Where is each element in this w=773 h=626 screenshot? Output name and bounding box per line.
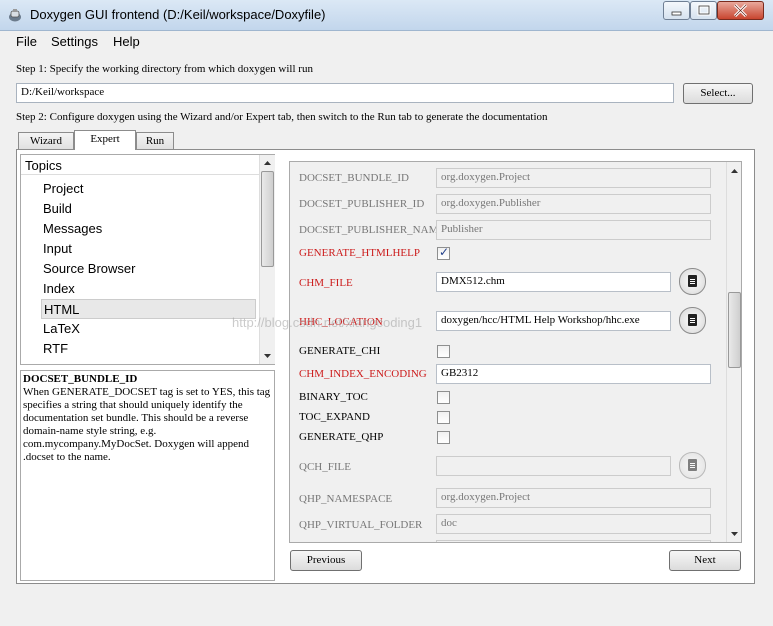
menu-help[interactable]: Help xyxy=(113,34,140,49)
option-label: BINARY_TOC xyxy=(299,391,368,403)
topic-item[interactable]: Project xyxy=(43,179,258,199)
document-icon xyxy=(688,314,697,326)
checkmark-icon: ✓ xyxy=(439,245,450,259)
options-scrollbar[interactable] xyxy=(726,162,741,542)
option-label: GENERATE_CHI xyxy=(299,345,381,357)
option-checkbox[interactable] xyxy=(437,411,450,424)
topics-header: Topics xyxy=(21,155,260,175)
tab-expert[interactable]: Expert xyxy=(74,130,136,150)
document-icon xyxy=(688,275,697,287)
option-checkbox[interactable] xyxy=(437,345,450,358)
option-label: QCH_FILE xyxy=(299,461,351,473)
previous-button[interactable]: Previous xyxy=(290,550,362,571)
option-label: GENERATE_HTMLHELP xyxy=(299,247,420,259)
workdir-input[interactable]: D:/Keil/workspace xyxy=(16,83,674,103)
option-input[interactable]: doc xyxy=(436,514,711,534)
option-input[interactable]: DMX512.chm xyxy=(436,272,671,292)
option-input[interactable]: GB2312 xyxy=(436,364,711,384)
scroll-up-icon xyxy=(264,161,271,165)
help-title: DOCSET_BUNDLE_ID xyxy=(23,373,138,385)
scroll-down-icon xyxy=(731,532,738,536)
option-checkbox[interactable]: ✓ xyxy=(437,245,450,260)
option-checkbox[interactable] xyxy=(437,431,450,444)
minimize-button[interactable] xyxy=(663,1,690,20)
options-scroll-thumb[interactable] xyxy=(728,292,741,368)
option-input[interactable] xyxy=(436,456,671,476)
options-panel: DOCSET_BUNDLE_ID org.doxygen.Project DOC… xyxy=(289,161,742,543)
option-input-partial[interactable] xyxy=(436,540,711,542)
step2-label: Step 2: Configure doxygen using the Wiza… xyxy=(16,111,548,123)
close-icon xyxy=(733,3,748,18)
option-label: TOC_EXPAND xyxy=(299,411,370,423)
topic-item[interactable]: Build xyxy=(43,199,258,219)
option-input[interactable]: doxygen/hcc/HTML Help Workshop/hhc.exe xyxy=(436,311,671,331)
browse-file-button[interactable] xyxy=(679,268,706,295)
option-label: HHC_LOCATION xyxy=(299,316,383,328)
topic-item[interactable]: Messages xyxy=(43,219,258,239)
menu-settings[interactable]: Settings xyxy=(51,34,98,49)
next-button[interactable]: Next xyxy=(669,550,741,571)
topic-item-selected[interactable]: HTML xyxy=(41,299,256,319)
option-input[interactable]: org.doxygen.Project xyxy=(436,168,711,188)
topic-item[interactable]: RTF xyxy=(43,339,258,359)
option-input[interactable]: org.doxygen.Publisher xyxy=(436,194,711,214)
select-button[interactable]: Select... xyxy=(683,83,753,104)
tab-run[interactable]: Run xyxy=(136,132,174,149)
topic-item[interactable]: Source Browser xyxy=(43,259,258,279)
topic-item[interactable]: LaTeX xyxy=(43,319,258,339)
maximize-icon xyxy=(697,4,711,16)
browse-file-button[interactable] xyxy=(679,452,706,479)
menu-bar: File Settings Help xyxy=(0,31,773,53)
window-title: Doxygen GUI frontend (D:/Keil/workspace/… xyxy=(30,7,326,22)
option-label: QHP_NAMESPACE xyxy=(299,493,393,505)
close-button[interactable] xyxy=(717,1,764,20)
help-text: When GENERATE_DOCSET tag is set to YES, … xyxy=(23,386,271,463)
topics-scrollbar[interactable] xyxy=(259,155,275,364)
option-label: DOCSET_PUBLISHER_NAME xyxy=(299,224,446,236)
scroll-down-icon xyxy=(264,354,271,358)
topic-item[interactable]: Input xyxy=(43,239,258,259)
option-label: DOCSET_PUBLISHER_ID xyxy=(299,198,425,210)
scroll-up-icon xyxy=(731,169,738,173)
option-input[interactable]: Publisher xyxy=(436,220,711,240)
minimize-icon xyxy=(671,11,682,16)
option-label: QHP_VIRTUAL_FOLDER xyxy=(299,519,423,531)
doxygen-app-icon xyxy=(9,9,21,22)
menu-file[interactable]: File xyxy=(16,34,37,49)
maximize-button[interactable] xyxy=(690,1,717,20)
browse-file-button[interactable] xyxy=(679,307,706,334)
help-panel: DOCSET_BUNDLE_ID When GENERATE_DOCSET ta… xyxy=(20,370,275,581)
option-checkbox[interactable] xyxy=(437,391,450,404)
tab-wizard[interactable]: Wizard xyxy=(18,132,74,149)
option-label: DOCSET_BUNDLE_ID xyxy=(299,172,409,184)
step1-label: Step 1: Specify the working directory fr… xyxy=(16,63,313,75)
option-input[interactable]: org.doxygen.Project xyxy=(436,488,711,508)
title-bar[interactable]: Doxygen GUI frontend (D:/Keil/workspace/… xyxy=(0,0,773,31)
topics-list[interactable]: Topics Project Build Messages Input Sour… xyxy=(20,154,275,365)
topic-item[interactable]: Index xyxy=(43,279,258,299)
option-label: CHM_INDEX_ENCODING xyxy=(299,368,427,380)
document-icon xyxy=(688,459,697,471)
topics-scroll-thumb[interactable] xyxy=(261,171,274,267)
option-label: GENERATE_QHP xyxy=(299,431,384,443)
option-label: CHM_FILE xyxy=(299,277,353,289)
